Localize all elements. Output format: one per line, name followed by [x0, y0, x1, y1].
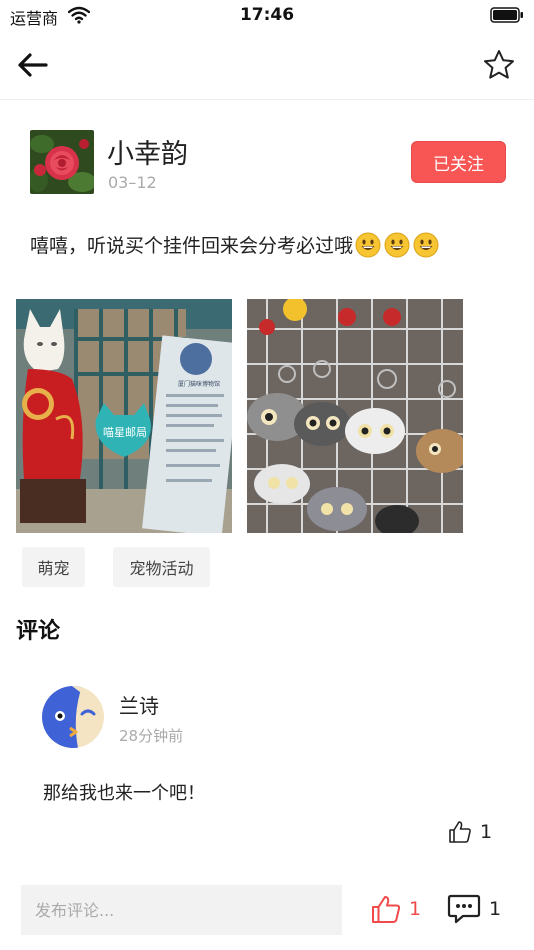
post-text: 嘻嘻，听说买个挂件回来会分考必过哦 [30, 235, 354, 257]
author-avatar[interactable] [30, 130, 94, 194]
tag-pet-activity[interactable]: 宠物活动 [113, 547, 210, 587]
tag-cute-pets[interactable]: 萌宠 [22, 547, 85, 587]
photo-panel-text: 厦门猫咪博物馆 [177, 381, 220, 388]
photo-sign-text: 喵星邮局 [103, 426, 147, 439]
emoji-group [355, 232, 442, 258]
post-content: 嘻嘻，听说买个挂件回来会分考必过哦 [30, 231, 442, 258]
cat-statue-photo [16, 299, 232, 533]
nav-bar [0, 32, 534, 100]
post-photo-cat-statue[interactable]: 喵星邮局 厦门猫咪博物馆 [16, 299, 232, 533]
post-comment-button[interactable]: 1 [447, 894, 501, 924]
post-like-button[interactable]: 1 [371, 894, 421, 924]
post-photo-cat-keychains[interactable] [247, 299, 463, 533]
cartoon-avatar-image [42, 686, 104, 748]
thumbs-up-icon [372, 896, 401, 923]
star-icon[interactable] [482, 48, 516, 82]
commenter-avatar[interactable] [42, 686, 104, 748]
comment-like-button[interactable]: 1 [448, 820, 492, 844]
thumbs-up-icon [449, 821, 471, 843]
cat-keychains-photo [247, 299, 463, 533]
comments-title: 评论 [16, 619, 61, 644]
author-name[interactable]: 小幸韵 [107, 132, 188, 171]
comment-text: 那给我也来一个吧！ [43, 783, 205, 804]
post-like-count: 1 [409, 898, 422, 920]
grinning-face-emoji-icon [355, 232, 381, 257]
rose-avatar-image [30, 130, 94, 194]
comment-time: 28分钟前 [119, 727, 184, 745]
comment-bubble-icon [447, 894, 481, 924]
status-bar: 运营商 17:46 [0, 0, 534, 32]
comment-input[interactable] [21, 885, 342, 935]
grinning-face-emoji-icon [384, 232, 410, 257]
post-comment-count: 1 [489, 898, 502, 920]
commenter-name[interactable]: 兰诗 [119, 690, 159, 719]
clock: 17:46 [239, 5, 295, 25]
back-arrow-icon[interactable] [16, 50, 50, 80]
follow-button[interactable]: 已关注 [411, 141, 506, 183]
comment-like-count: 1 [480, 821, 493, 843]
post-date: 03–12 [108, 173, 157, 192]
grinning-face-emoji-icon [413, 232, 439, 257]
battery-icon [490, 7, 523, 23]
